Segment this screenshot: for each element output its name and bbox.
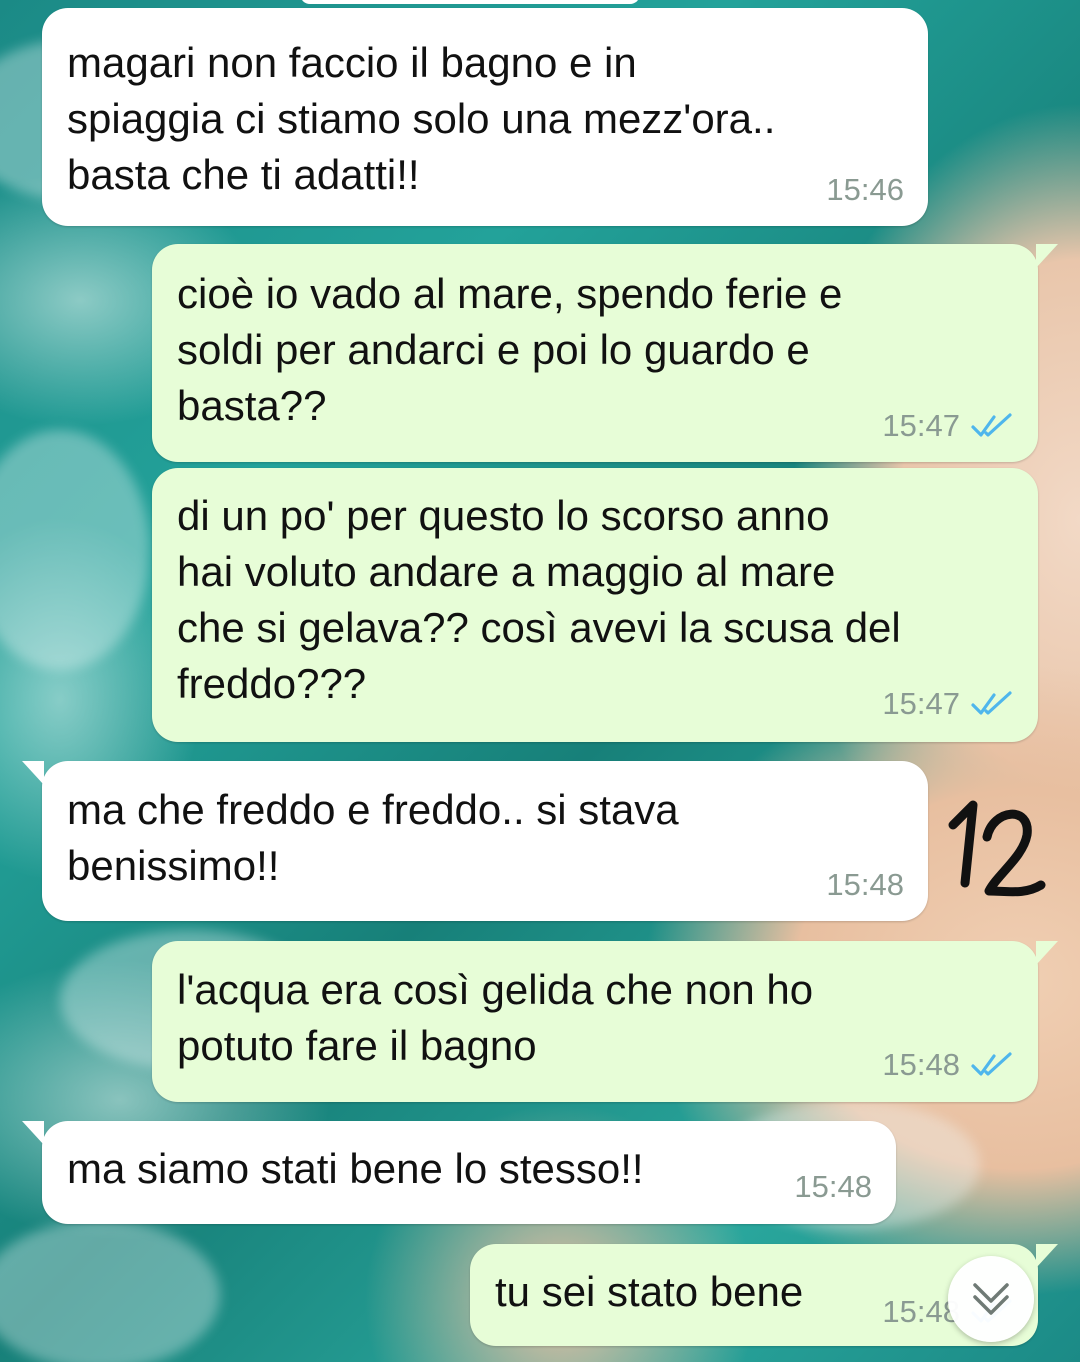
previous-message-edge (300, 0, 640, 4)
message-time: 15:48 (794, 1169, 872, 1204)
message-text: ma siamo stati bene lo stesso!! (67, 1145, 644, 1192)
message-time: 15:48 (882, 1047, 960, 1082)
double-check-icon (971, 1052, 1012, 1076)
message-time: 15:47 (882, 408, 960, 443)
message-text: tu sei stato bene (495, 1268, 804, 1315)
message-text: di un po' per questo lo scorso anno hai … (177, 492, 901, 707)
message-meta: 15:48 (826, 867, 904, 903)
message-bubble-outgoing[interactable]: cioè io vado al mare, spendo ferie e sol… (152, 244, 1058, 462)
message-text: ma che freddo e freddo.. si stava beniss… (67, 786, 679, 889)
message-bubble-outgoing[interactable]: l'acqua era così gelida che non ho potut… (152, 941, 1058, 1102)
message-bubble-outgoing[interactable]: di un po' per questo lo scorso anno hai … (152, 468, 1038, 742)
message-meta: 15:47 (882, 686, 1014, 722)
message-meta: 15:47 (882, 408, 1014, 444)
message-text: l'acqua era così gelida che non ho potut… (177, 966, 814, 1069)
double-check-icon (971, 691, 1012, 715)
message-text: cioè io vado al mare, spendo ferie e sol… (177, 270, 843, 429)
handwritten-annotation: 12 (948, 800, 1046, 897)
double-chevron-down-icon (973, 1283, 1009, 1315)
double-check-icon (971, 413, 1012, 437)
message-meta: 15:46 (826, 172, 904, 208)
message-bubble-incoming[interactable]: magari non faccio il bagno e in spiaggia… (42, 8, 928, 226)
message-meta: 15:48 (882, 1047, 1014, 1083)
message-time: 15:46 (826, 172, 904, 207)
message-meta: 15:48 (794, 1169, 872, 1205)
message-time: 15:48 (826, 867, 904, 902)
scroll-to-bottom-button[interactable] (948, 1256, 1034, 1342)
message-time: 15:47 (882, 686, 960, 721)
message-text: magari non faccio il bagno e in spiaggia… (67, 39, 776, 198)
message-bubble-incoming[interactable]: ma che freddo e freddo.. si stava beniss… (22, 761, 928, 921)
message-bubble-incoming[interactable]: ma siamo stati bene lo stesso!! 15:48 (22, 1121, 896, 1224)
